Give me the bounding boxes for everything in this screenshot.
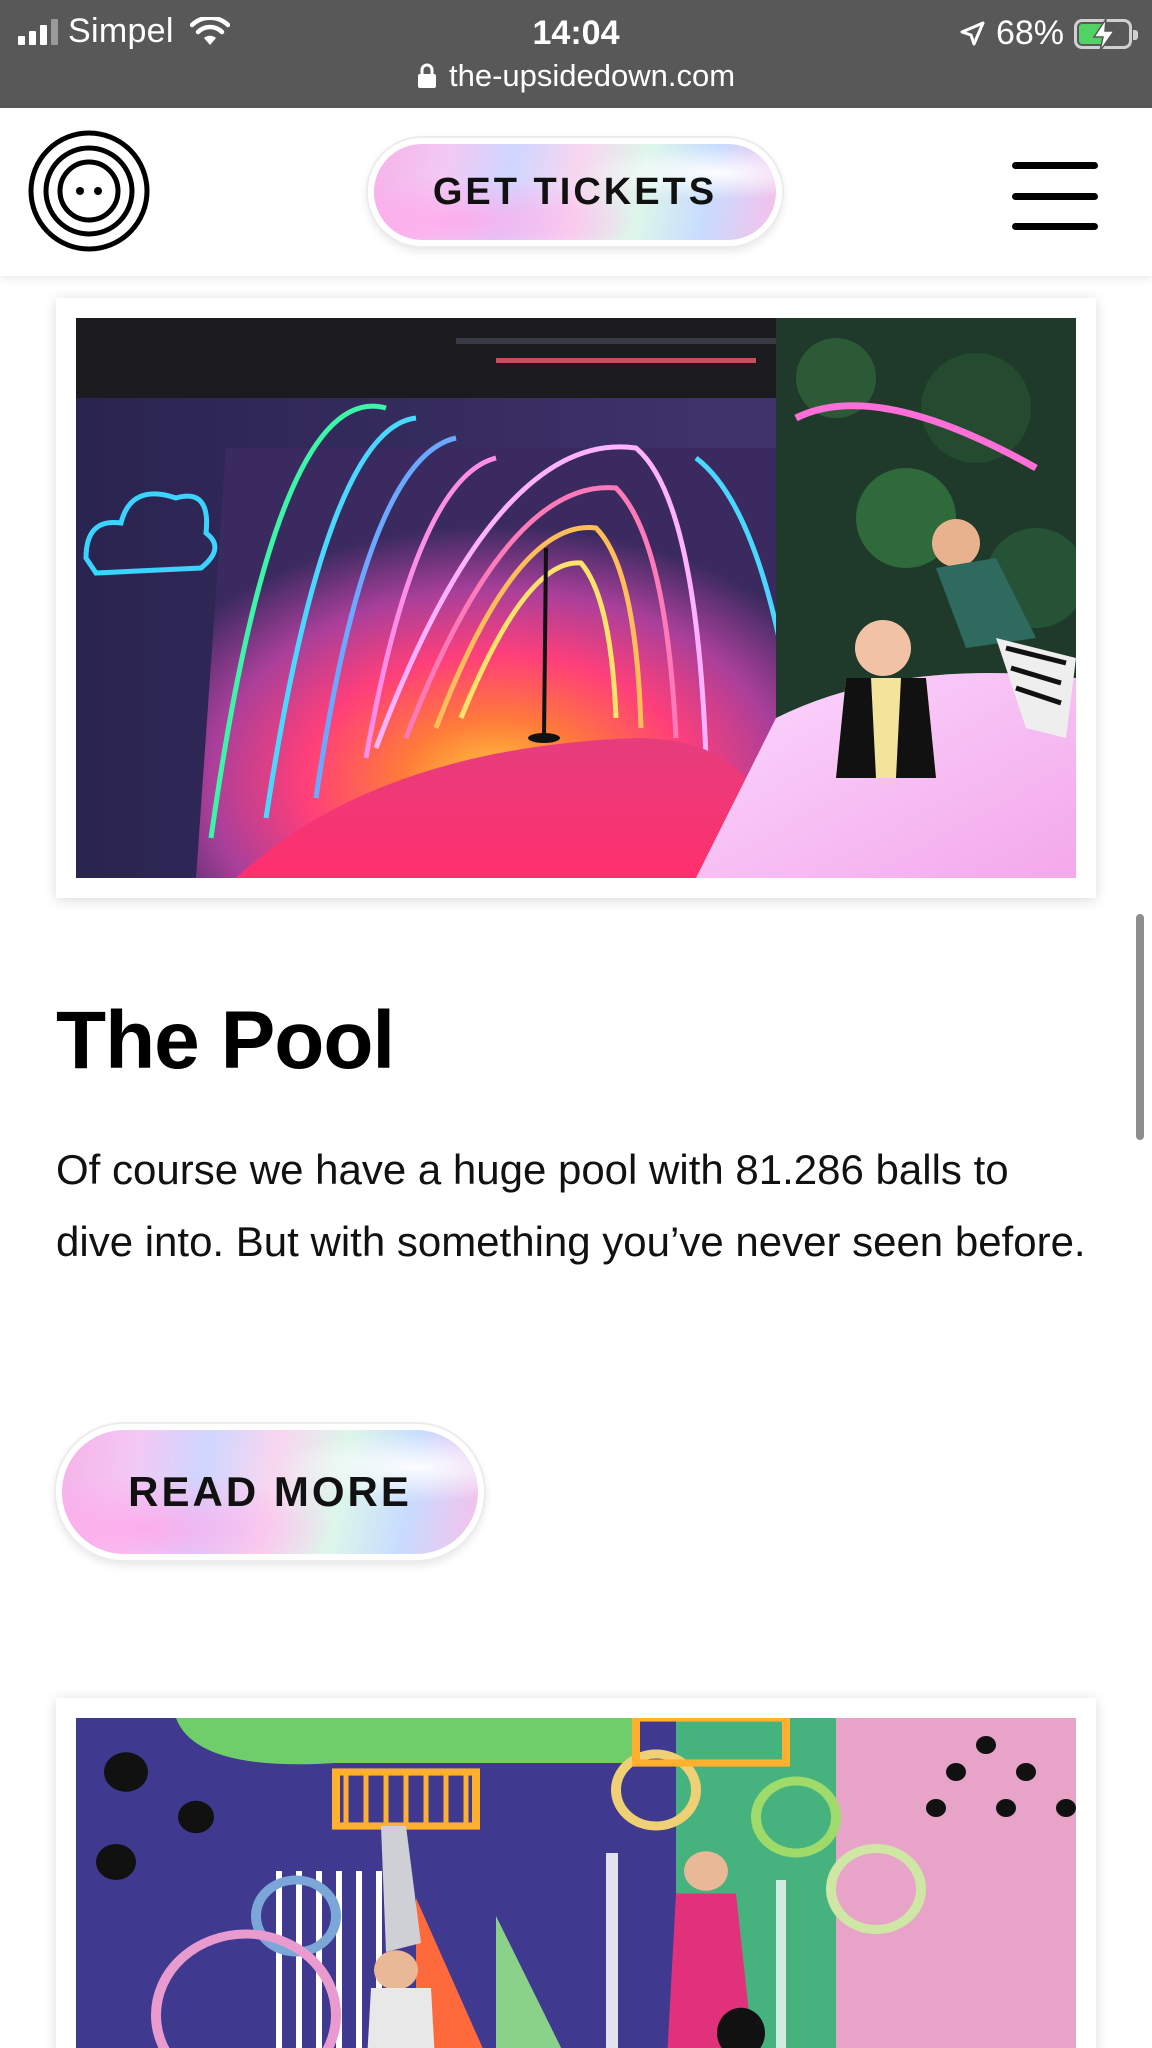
upside-down-room-photo [76,1718,1076,2048]
section-description: Of course we have a huge pool with 81.28… [56,1146,1086,1265]
scrollbar-thumb[interactable] [1136,914,1144,1140]
charging-bolt-icon [1092,18,1116,51]
battery-icon [1074,18,1138,51]
status-bar: Simpel 14:04 68% the-upsidedown.com [0,0,1152,108]
lock-icon [417,63,436,88]
hamburger-menu-icon[interactable] [1012,162,1098,230]
upsidedown-face-logo-icon[interactable] [28,130,150,252]
get-tickets-button[interactable]: GET TICKETS [368,138,782,246]
site-header: GET TICKETS [0,108,1152,276]
address-bar[interactable]: the-upsidedown.com [0,54,1152,98]
next-feature-image-card [56,1698,1096,2048]
location-arrow-icon [960,21,985,45]
read-more-button[interactable]: READ MORE [56,1424,484,1560]
feature-image-card [56,298,1096,898]
pool-photo [76,318,1076,878]
section-title: The Pool [56,995,395,1086]
url-text[interactable]: the-upsidedown.com [449,58,735,94]
battery-percent: 68% [995,14,1064,52]
